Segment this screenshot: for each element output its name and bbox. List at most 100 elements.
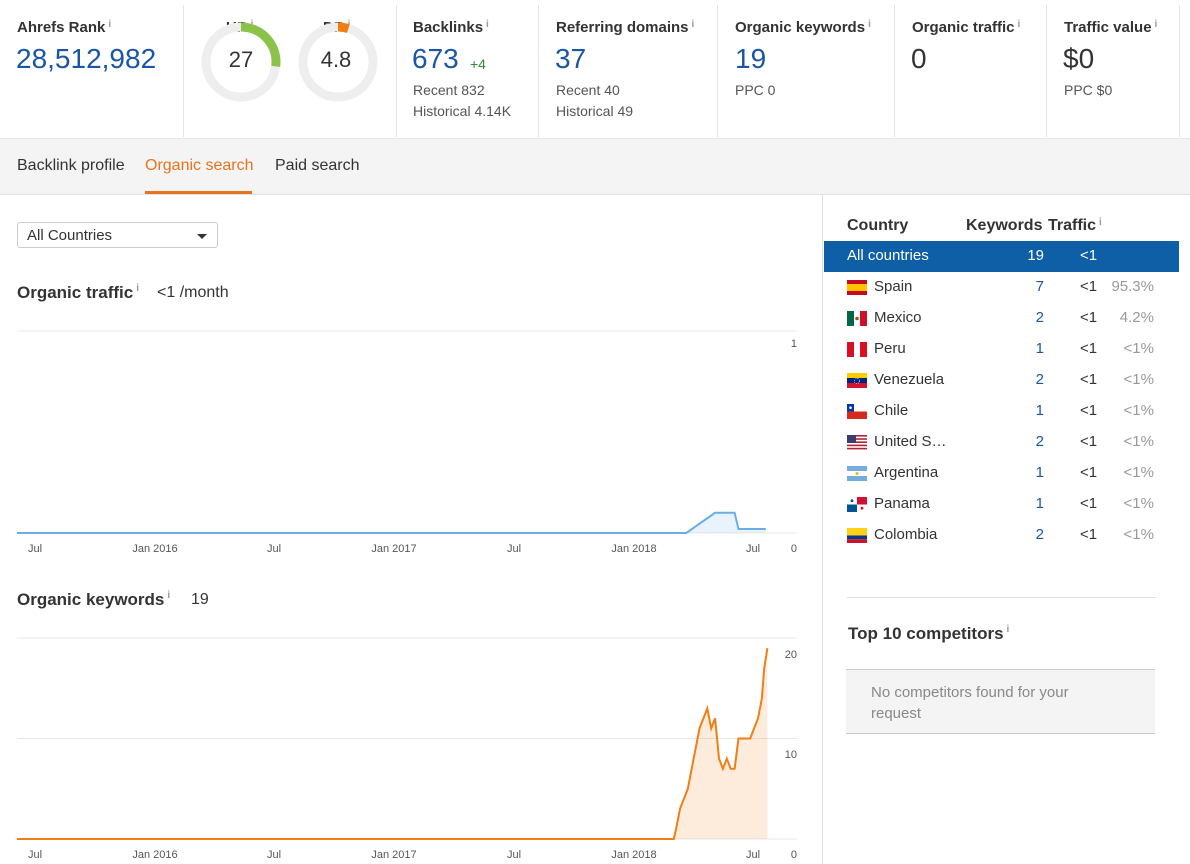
series-area (17, 512, 766, 533)
country-keywords[interactable]: 1 (1014, 402, 1044, 419)
x-tick-label: Jan 2016 (132, 543, 177, 555)
country-select[interactable]: All Countries (17, 222, 218, 248)
divider (1046, 5, 1047, 137)
tab-paid-search[interactable]: Paid search (275, 157, 360, 175)
divider (1179, 5, 1180, 137)
country-row-colombia[interactable]: Colombia 2 <1 <1% (824, 520, 1179, 551)
country-keywords[interactable]: 1 (1014, 464, 1044, 481)
panel-divider (822, 195, 823, 864)
info-icon[interactable]: i (1155, 19, 1158, 30)
country-keywords[interactable]: 2 (1014, 309, 1044, 326)
organic-traffic-title: Organic traffic i (17, 283, 139, 302)
country-traffic: <1 (1080, 526, 1098, 543)
country-traffic: <1 (1080, 340, 1098, 357)
col-country: Country (847, 217, 909, 234)
referring-domains-value[interactable]: 37 (555, 43, 586, 75)
country-share: <1% (1123, 402, 1154, 419)
traffic-value-value: $0 (1063, 43, 1095, 74)
country-name: Chile (874, 402, 909, 419)
tab-organic-search[interactable]: Organic search (145, 157, 254, 175)
organic-keywords-ppc[interactable]: PPC 0 (735, 82, 775, 98)
backlinks-recent[interactable]: Recent 832 (413, 82, 485, 98)
info-icon[interactable]: i (167, 590, 170, 601)
series-area (17, 648, 768, 839)
x-tick-label: Jul (28, 849, 42, 861)
country-share: <1% (1123, 340, 1154, 357)
info-icon[interactable]: i (108, 19, 111, 30)
top-competitors-title: Top 10 competitors i (848, 624, 1010, 643)
country-keywords[interactable]: 2 (1014, 371, 1044, 388)
tab-backlink-profile[interactable]: Backlink profile (17, 157, 125, 175)
x-tick-label: Jan 2018 (611, 543, 656, 555)
country-name: Argentina (874, 464, 939, 481)
active-tab-indicator (145, 191, 252, 194)
backlinks-label: Backlinks i (413, 19, 489, 36)
country-keywords[interactable]: 2 (1014, 526, 1044, 543)
country-traffic: <1 (1080, 402, 1098, 419)
country-name: United S… (874, 433, 947, 450)
dr-value: 4.8 (320, 47, 352, 72)
country-name: Panama (874, 495, 930, 512)
country-share: 4.2% (1119, 309, 1154, 326)
country-select-value: All Countries (27, 227, 113, 244)
spain-flag-icon (847, 280, 867, 295)
info-icon[interactable]: i (486, 19, 489, 30)
country-keywords[interactable]: 1 (1014, 340, 1044, 357)
country-row-panama[interactable]: Panama 1 <1 <1% (824, 489, 1179, 520)
country-name: All countries (847, 247, 929, 264)
organic-keywords-count: 19 (191, 591, 209, 608)
country-row-spain[interactable]: Spain 7 <1 95.3% (824, 272, 1179, 303)
country-name: Venezuela (874, 371, 945, 388)
country-row-all[interactable]: All countries 19 <1 (824, 241, 1179, 272)
y-tick-label: 20 (785, 649, 797, 661)
colombia-flag-icon (847, 528, 867, 543)
x-tick-label: Jul (507, 849, 521, 861)
country-traffic: <1 (1080, 278, 1098, 295)
country-row-chile[interactable]: Chile 1 <1 <1% (824, 396, 1179, 427)
country-name: Peru (874, 340, 906, 357)
country-traffic: <1 (1080, 464, 1098, 481)
country-row-argentina[interactable]: Argentina 1 <1 <1% (824, 458, 1179, 489)
country-name: Colombia (874, 526, 938, 543)
panama-flag-icon (847, 497, 867, 512)
info-icon[interactable]: i (136, 283, 139, 294)
country-row-mexico[interactable]: Mexico 2 <1 4.2% (824, 303, 1179, 334)
country-share: <1% (1123, 433, 1154, 450)
x-tick-label: Jul (28, 543, 42, 555)
argentina-flag-icon (847, 466, 867, 481)
organic-keywords-value[interactable]: 19 (735, 43, 766, 75)
country-keywords[interactable]: 1 (1014, 495, 1044, 512)
referring-domains-recent[interactable]: Recent 40 (556, 82, 620, 98)
tabs-bar: Backlink profile Organic search Paid sea… (0, 139, 1190, 195)
venezuela-flag-icon (847, 373, 867, 388)
country-row-venezuela[interactable]: Venezuela 2 <1 <1% (824, 365, 1179, 396)
country-traffic: <1 (1080, 433, 1098, 450)
info-icon[interactable]: i (1099, 217, 1102, 228)
chile-flag-icon (847, 404, 867, 419)
backlinks-delta: +4 (470, 56, 486, 72)
info-icon[interactable]: i (868, 19, 871, 30)
country-share: <1% (1123, 495, 1154, 512)
backlinks-value[interactable]: 673 (412, 43, 459, 75)
country-keywords[interactable]: 7 (1014, 278, 1044, 295)
backlinks-historical[interactable]: Historical 4.14K (413, 103, 511, 119)
x-tick-label: Jan 2017 (371, 849, 416, 861)
y-tick-label: 10 (785, 749, 797, 761)
divider (847, 597, 1156, 598)
country-keywords[interactable]: 2 (1014, 433, 1044, 450)
country-row-peru[interactable]: Peru 1 <1 <1% (824, 334, 1179, 365)
info-icon[interactable]: i (1007, 624, 1010, 635)
x-tick-label: Jan 2017 (371, 543, 416, 555)
referring-domains-historical[interactable]: Historical 49 (556, 103, 633, 119)
country-traffic: <1 (1080, 495, 1098, 512)
peru-flag-icon (847, 342, 867, 357)
x-tick-label: Jul (267, 543, 281, 555)
country-keywords: 19 (1027, 247, 1044, 264)
country-row-united-states[interactable]: United S… 2 <1 <1% (824, 427, 1179, 458)
x-tick-label: Jan 2016 (132, 849, 177, 861)
divider (717, 5, 718, 137)
info-icon[interactable]: i (1018, 19, 1021, 30)
x-tick-label: Jul (507, 543, 521, 555)
info-icon[interactable]: i (692, 19, 695, 30)
divider (183, 5, 184, 137)
